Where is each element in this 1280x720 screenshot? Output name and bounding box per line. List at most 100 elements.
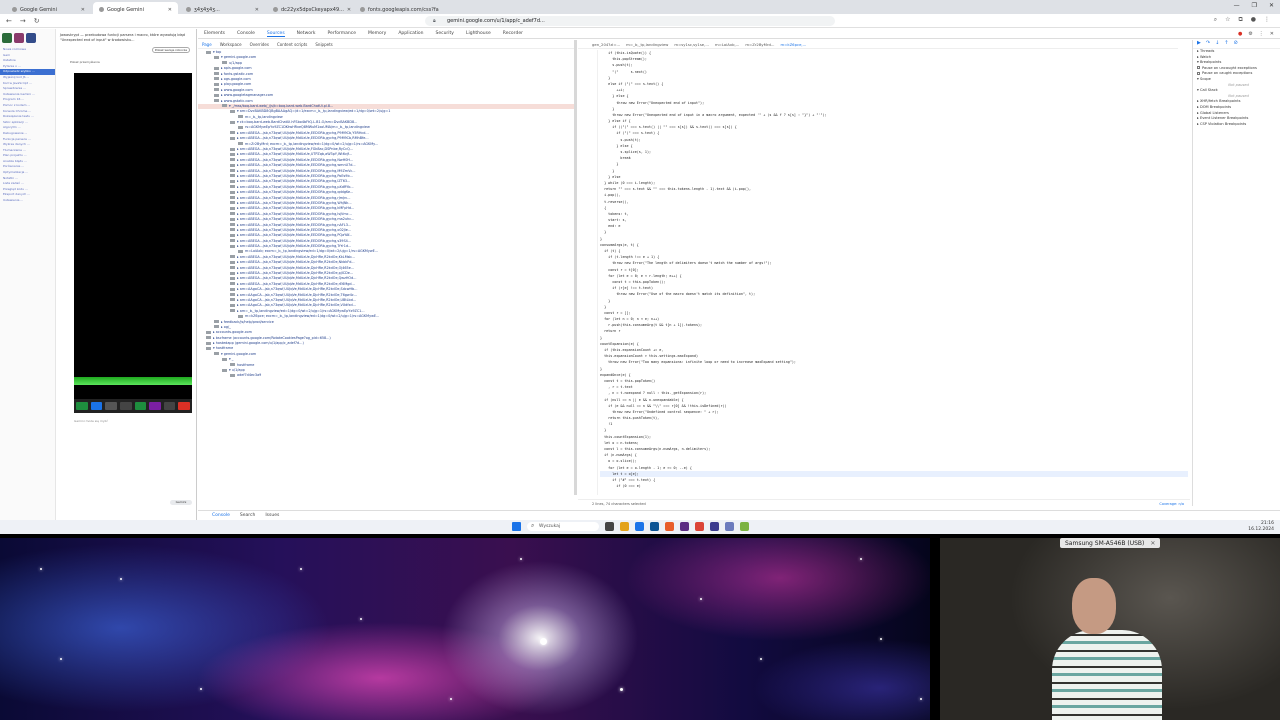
editor-tab[interactable]: gen_204?zl=... [592,42,620,47]
devtools-tab[interactable]: Memory [368,31,386,36]
line-gutter[interactable] [578,50,598,495]
file-icon [206,50,211,54]
devtools-tab[interactable]: Application [398,31,423,36]
file-icon [238,314,243,318]
navigator-tab[interactable]: Snippets [315,42,332,47]
close-devtools-icon[interactable]: ✕ [1270,31,1274,37]
checkbox-icon[interactable] [1197,71,1200,75]
gem-avatar[interactable] [2,33,12,43]
show-thoughts-link[interactable]: Pokaż przemyślenia [70,60,100,64]
camera-source-label[interactable]: Samsung SM-A546B (USB) ✕ [1060,538,1161,548]
tab-title: fonts.googleapis.com/css?family... [368,6,439,13]
star-shape [860,558,862,560]
step-into-icon[interactable]: ↓ [1215,40,1219,48]
reload-icon[interactable]: ↻ [34,17,40,25]
zoom-icon[interactable]: ⌕ [1214,16,1217,24]
navigator-tab[interactable]: Content scripts [277,42,307,47]
navigator-tab[interactable]: Overrides [250,42,269,47]
gem-avatar[interactable] [14,33,24,43]
editor-tab[interactable]: m=_b,_tp,landingview [626,42,668,47]
tree-item[interactable]: adef7d4ec3a9 [198,373,575,378]
editor-tab[interactable]: m=sy1sc,sy1se,... [674,42,709,47]
devtools-tab[interactable]: Network [297,31,316,36]
devtools-tab[interactable]: Recorder [503,31,523,36]
browser-tab[interactable]: fonts.googleapis.com/css?family...✕ [354,2,439,14]
edge-icon[interactable] [635,522,644,531]
coverage-status[interactable]: Coverage: n/a [1159,502,1184,506]
resume-icon[interactable]: ▶ [1197,40,1201,48]
drawer-tab[interactable]: Console [212,513,230,518]
navigator-tab[interactable]: Page [202,42,212,47]
devtools-tab[interactable]: Lighthouse [466,31,491,36]
tool-icon[interactable] [134,402,147,410]
app-icon[interactable] [725,522,734,531]
bookmark-star-icon[interactable]: ☆ [1225,16,1230,24]
brave-icon[interactable] [665,522,674,531]
obs-icon[interactable] [680,522,689,531]
tool-icon[interactable] [105,402,117,410]
close-tab-icon[interactable]: ✕ [168,7,172,13]
devtools-tab[interactable]: Console [237,31,255,36]
chat-history-item[interactable]: Ustawienia ... [0,198,55,204]
editor-tab[interactable]: m=LoiAxb,... [715,42,739,47]
close-tab-icon[interactable]: ✕ [255,7,259,13]
video-preview[interactable] [74,73,192,413]
step-out-icon[interactable]: ↑ [1224,40,1228,48]
devtools-tab[interactable]: Performance [327,31,356,36]
gem-avatar[interactable] [26,33,36,43]
tool-icon[interactable] [90,402,103,410]
address-bar[interactable]: 🔒︎ gemini.google.com/u/1/app/c_adef7d... [425,16,835,26]
menu-kebab-icon[interactable]: ⋮ [1264,16,1270,24]
devtools-tab[interactable]: Sources [266,31,285,37]
browser-tab[interactable]: Google Gemini ✕ [93,2,178,14]
start-icon[interactable] [512,522,521,531]
close-tab-icon[interactable]: ✕ [81,7,85,13]
profile-icon[interactable]: ● [1251,16,1256,24]
errors-badge-icon[interactable]: ● [1238,31,1242,37]
editor-tab[interactable]: m=Zr2ByMrd... [745,42,774,47]
forward-icon[interactable]: → [20,17,26,25]
step-over-icon[interactable]: ↷ [1206,40,1210,48]
chrome-icon[interactable] [695,522,704,531]
tree-item-label: ▾ u/1/app [229,368,245,373]
close-tab-icon[interactable]: ✕ [347,7,351,13]
gemini-pill[interactable]: Gemini [170,500,192,505]
taskbar-search[interactable]: Wyszukaj [527,522,599,531]
drawer-tab[interactable]: Issues [265,513,279,518]
editor-tab[interactable]: m=kZ6pce,... [780,42,806,47]
stop-icon[interactable] [178,402,190,410]
app-icon[interactable] [740,522,749,531]
close-window-icon[interactable]: ✕ [1269,2,1274,9]
play-icon[interactable] [76,402,88,410]
browser-tab[interactable]: dc22yx5dpsCkeyapx49... ✕ [267,2,352,14]
code-editor[interactable]: if (this.isQuote()) { this.popStream(); … [578,50,1190,495]
browser-tab[interactable]: ʒ4ʒ4ʒ4ʒ... ✕ [180,2,265,14]
panel-splitter[interactable] [574,40,577,495]
close-icon[interactable]: ✕ [1150,540,1155,547]
debugger-section[interactable]: ▸ CSP Violation Breakpoints [1193,122,1280,128]
devtools-menu-icon[interactable]: ⋮ [1259,31,1264,37]
tool-icon[interactable] [119,402,132,410]
settings-gear-icon[interactable]: ⚙ [1248,31,1252,37]
navigator-tab[interactable]: Workspace [220,42,242,47]
drawer-tab[interactable]: Search [240,513,255,518]
browser-tab[interactable]: Google Gemini ✕ [6,2,91,14]
toolbar-actions: ⌕ ☆ ⧉ ● ⋮ [1214,16,1270,24]
extensions-icon[interactable]: ⧉ [1238,16,1242,24]
deactivate-breakpoints-icon[interactable]: ⊘ [1233,40,1237,48]
maximize-icon[interactable]: ❐ [1252,2,1257,9]
back-icon[interactable]: ← [6,17,12,25]
app-icon[interactable] [710,522,719,531]
task-view-icon[interactable] [605,522,614,531]
tool-icon[interactable] [149,402,161,410]
store-icon[interactable] [650,522,659,531]
devtools-tab[interactable]: Security [435,31,453,36]
devtools-tab[interactable]: Elements [204,31,225,36]
minimize-icon[interactable]: — [1234,2,1240,9]
checkbox-icon[interactable] [1197,66,1200,70]
file-icon [206,341,211,345]
show-drafts-button[interactable]: Pokaż wersje robocze [152,47,190,53]
file-explorer-icon[interactable] [620,522,629,531]
system-clock[interactable]: 21:16 16.12.2024 [1248,521,1274,532]
tool-icon[interactable] [163,402,176,410]
